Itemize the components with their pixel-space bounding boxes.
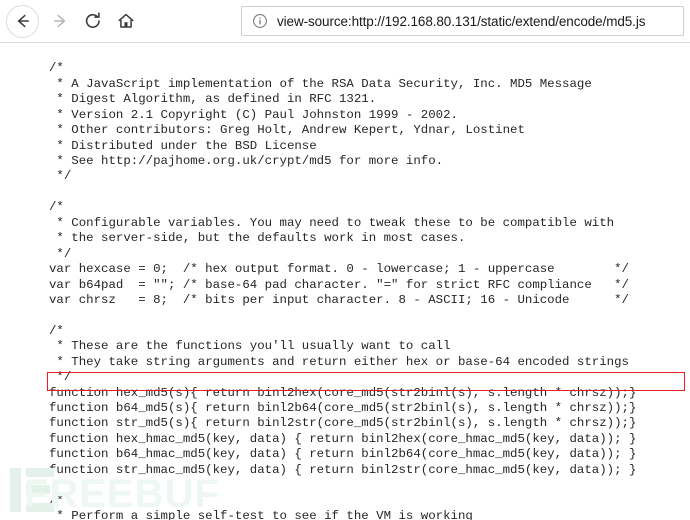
source-code-listing: /* * A JavaScript implementation of the … [49, 61, 636, 520]
source-code-line: * These are the functions you'll usually… [49, 339, 451, 354]
source-code-line: function str_md5(s){ return binl2str(cor… [49, 416, 637, 431]
source-code-line: * See http://pajhome.org.uk/crypt/md5 fo… [49, 154, 444, 169]
back-button[interactable] [6, 4, 39, 38]
source-code-line: * Perform a simple self-test to see if t… [49, 509, 473, 520]
arrow-right-icon [50, 11, 70, 31]
source-code-line: var chrsz = 8; /* bits per input charact… [49, 292, 629, 307]
source-code-line: /* [49, 61, 64, 76]
source-code-line: */ [49, 246, 72, 261]
source-code-line: function hex_md5(s){ return binl2hex(cor… [49, 385, 637, 400]
source-code-line: function b64_md5(s){ return binl2b64(cor… [49, 401, 637, 416]
reload-button[interactable] [76, 5, 109, 38]
arrow-left-icon [13, 11, 33, 31]
source-code-line [49, 308, 636, 323]
forward-button[interactable] [43, 5, 76, 38]
source-code-line: var b64pad = ""; /* base-64 pad characte… [49, 277, 629, 292]
source-code-line: /* [49, 493, 64, 508]
home-button[interactable] [109, 5, 142, 38]
browser-toolbar: view-source:http://192.168.80.131/static… [0, 0, 690, 43]
home-icon [116, 11, 136, 31]
source-code-line [49, 185, 636, 200]
navigation-button-group [6, 4, 142, 38]
source-code-line: * Configurable variables. You may need t… [49, 215, 615, 230]
address-bar[interactable]: view-source:http://192.168.80.131/static… [241, 6, 684, 36]
source-code-line: function b64_hmac_md5(key, data) { retur… [49, 447, 637, 462]
source-code-line: * Digest Algorithm, as defined in RFC 13… [49, 92, 377, 107]
address-bar-url-text[interactable]: view-source:http://192.168.80.131/static… [277, 14, 645, 29]
source-code-line: * They take string arguments and return … [49, 354, 629, 369]
source-code-line: * A JavaScript implementation of the RSA… [49, 76, 592, 91]
source-code-line: /* [49, 323, 64, 338]
source-code-line: /* [49, 200, 64, 215]
source-code-line: var hexcase = 0; /* hex output format. 0… [49, 262, 629, 277]
view-source-content: /* * A JavaScript implementation of the … [0, 44, 690, 520]
source-code-line: */ [49, 169, 72, 184]
source-code-line: function str_hmac_md5(key, data) { retur… [49, 462, 637, 477]
info-circle-icon[interactable] [252, 13, 268, 29]
reload-icon [83, 11, 103, 31]
source-code-line: * Distributed under the BSD License [49, 138, 317, 153]
source-code-line: * Version 2.1 Copyright (C) Paul Johnsto… [49, 107, 458, 122]
source-code-line: */ [49, 370, 72, 385]
source-code-line: * the server-side, but the defaults work… [49, 231, 466, 246]
source-code-line: * Other contributors: Greg Holt, Andrew … [49, 123, 525, 138]
source-code-line [49, 478, 636, 493]
source-code-line: function hex_hmac_md5(key, data) { retur… [49, 431, 637, 446]
